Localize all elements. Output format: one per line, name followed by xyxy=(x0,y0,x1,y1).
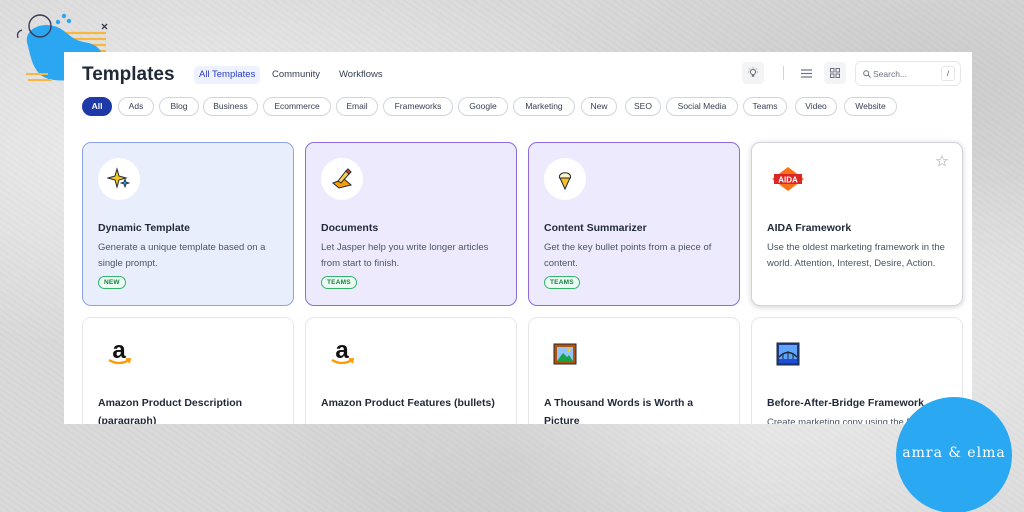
card-description: Generate a unique template based on a si… xyxy=(98,242,266,269)
search-box[interactable]: / xyxy=(855,61,961,86)
filter-seo[interactable]: SEO xyxy=(625,97,661,116)
filter-social-media[interactable]: Social Media xyxy=(666,97,738,116)
aida-logo-icon: AIDA xyxy=(767,158,809,200)
template-card-documents[interactable]: Documents Let Jasper help you write long… xyxy=(305,142,517,306)
template-card-content-summarizer[interactable]: Content Summarizer Get the key bullet po… xyxy=(528,142,740,306)
tab-all-templates[interactable]: All Templates xyxy=(194,66,261,84)
grid-view-button[interactable] xyxy=(824,62,846,84)
amazon-logo-icon: a xyxy=(321,333,363,375)
card-title: Content Summarizer xyxy=(544,222,647,234)
lightbulb-icon xyxy=(748,67,758,77)
filter-website[interactable]: Website xyxy=(844,97,897,116)
tab-workflows[interactable]: Workflows xyxy=(334,66,388,84)
new-badge: NEW xyxy=(98,276,126,289)
card-title: Documents xyxy=(321,222,379,234)
filter-teams[interactable]: Teams xyxy=(743,97,787,116)
template-card-dynamic-template[interactable]: Dynamic Template Generate a unique templ… xyxy=(82,142,294,306)
filter-frameworks[interactable]: Frameworks xyxy=(383,97,453,116)
template-card-aida-framework[interactable]: AIDA AIDA Framework Use the oldest marke… xyxy=(751,142,963,306)
svg-text:a: a xyxy=(335,339,349,364)
templates-screen: Templates All Templates Community Workfl… xyxy=(64,52,972,424)
lightbulb-button[interactable] xyxy=(742,62,764,84)
card-title: Amazon Product Features (bullets) xyxy=(321,397,495,409)
svg-text:AIDA: AIDA xyxy=(778,175,798,184)
template-card-amazon-product-description[interactable]: a Amazon Product Description (paragraph) xyxy=(82,317,294,424)
filter-all[interactable]: All xyxy=(82,97,112,116)
amazon-logo-icon: a xyxy=(98,333,140,375)
picture-frame-icon xyxy=(544,333,586,375)
watermark-logo: amra & elma xyxy=(896,397,1012,512)
search-input[interactable] xyxy=(873,65,935,82)
search-icon xyxy=(863,70,871,78)
top-bar: Templates All Templates Community Workfl… xyxy=(64,52,972,96)
bridge-picture-icon xyxy=(767,333,809,375)
card-title: AIDA Framework xyxy=(767,222,852,234)
toolbar-divider xyxy=(783,66,784,80)
card-description: Get the key bullet points from a piece o… xyxy=(544,242,712,269)
card-title: Amazon Product Description (paragraph) xyxy=(98,397,243,424)
card-title: A Thousand Words is Worth a Picture xyxy=(544,397,694,424)
ice-cream-icon xyxy=(544,158,586,200)
watermark-text: amra & elma xyxy=(902,445,1006,461)
list-view-icon xyxy=(800,68,812,78)
filter-blog[interactable]: Blog xyxy=(159,97,199,116)
filter-new[interactable]: New xyxy=(581,97,617,116)
teams-badge: TEAMS xyxy=(321,276,357,289)
teams-badge: TEAMS xyxy=(544,276,580,289)
pencil-doc-icon xyxy=(321,158,363,200)
filter-ecommerce[interactable]: Ecommerce xyxy=(263,97,331,116)
filter-business[interactable]: Business xyxy=(203,97,258,116)
page-title: Templates xyxy=(82,64,175,85)
tab-community[interactable]: Community xyxy=(267,66,325,84)
card-description: Let Jasper help you write longer article… xyxy=(321,242,489,269)
sparkles-icon xyxy=(98,158,140,200)
card-title: Dynamic Template xyxy=(98,222,191,234)
card-description: Use the oldest marketing framework in th… xyxy=(767,242,945,269)
filter-ads[interactable]: Ads xyxy=(118,97,154,116)
favorite-star-icon[interactable] xyxy=(936,155,948,167)
filter-google[interactable]: Google xyxy=(458,97,508,116)
grid-view-icon xyxy=(830,68,840,78)
template-card-thousand-words[interactable]: A Thousand Words is Worth a Picture xyxy=(528,317,740,424)
filter-marketing[interactable]: Marketing xyxy=(513,97,575,116)
filter-video[interactable]: Video xyxy=(795,97,837,116)
filter-email[interactable]: Email xyxy=(336,97,378,116)
svg-text:a: a xyxy=(112,339,126,364)
template-card-amazon-product-features[interactable]: a Amazon Product Features (bullets) xyxy=(305,317,517,424)
search-shortcut-key: / xyxy=(941,66,955,81)
category-filters: All Ads Blog Business Ecommerce Email Fr… xyxy=(82,97,962,117)
list-view-button[interactable] xyxy=(795,62,817,84)
